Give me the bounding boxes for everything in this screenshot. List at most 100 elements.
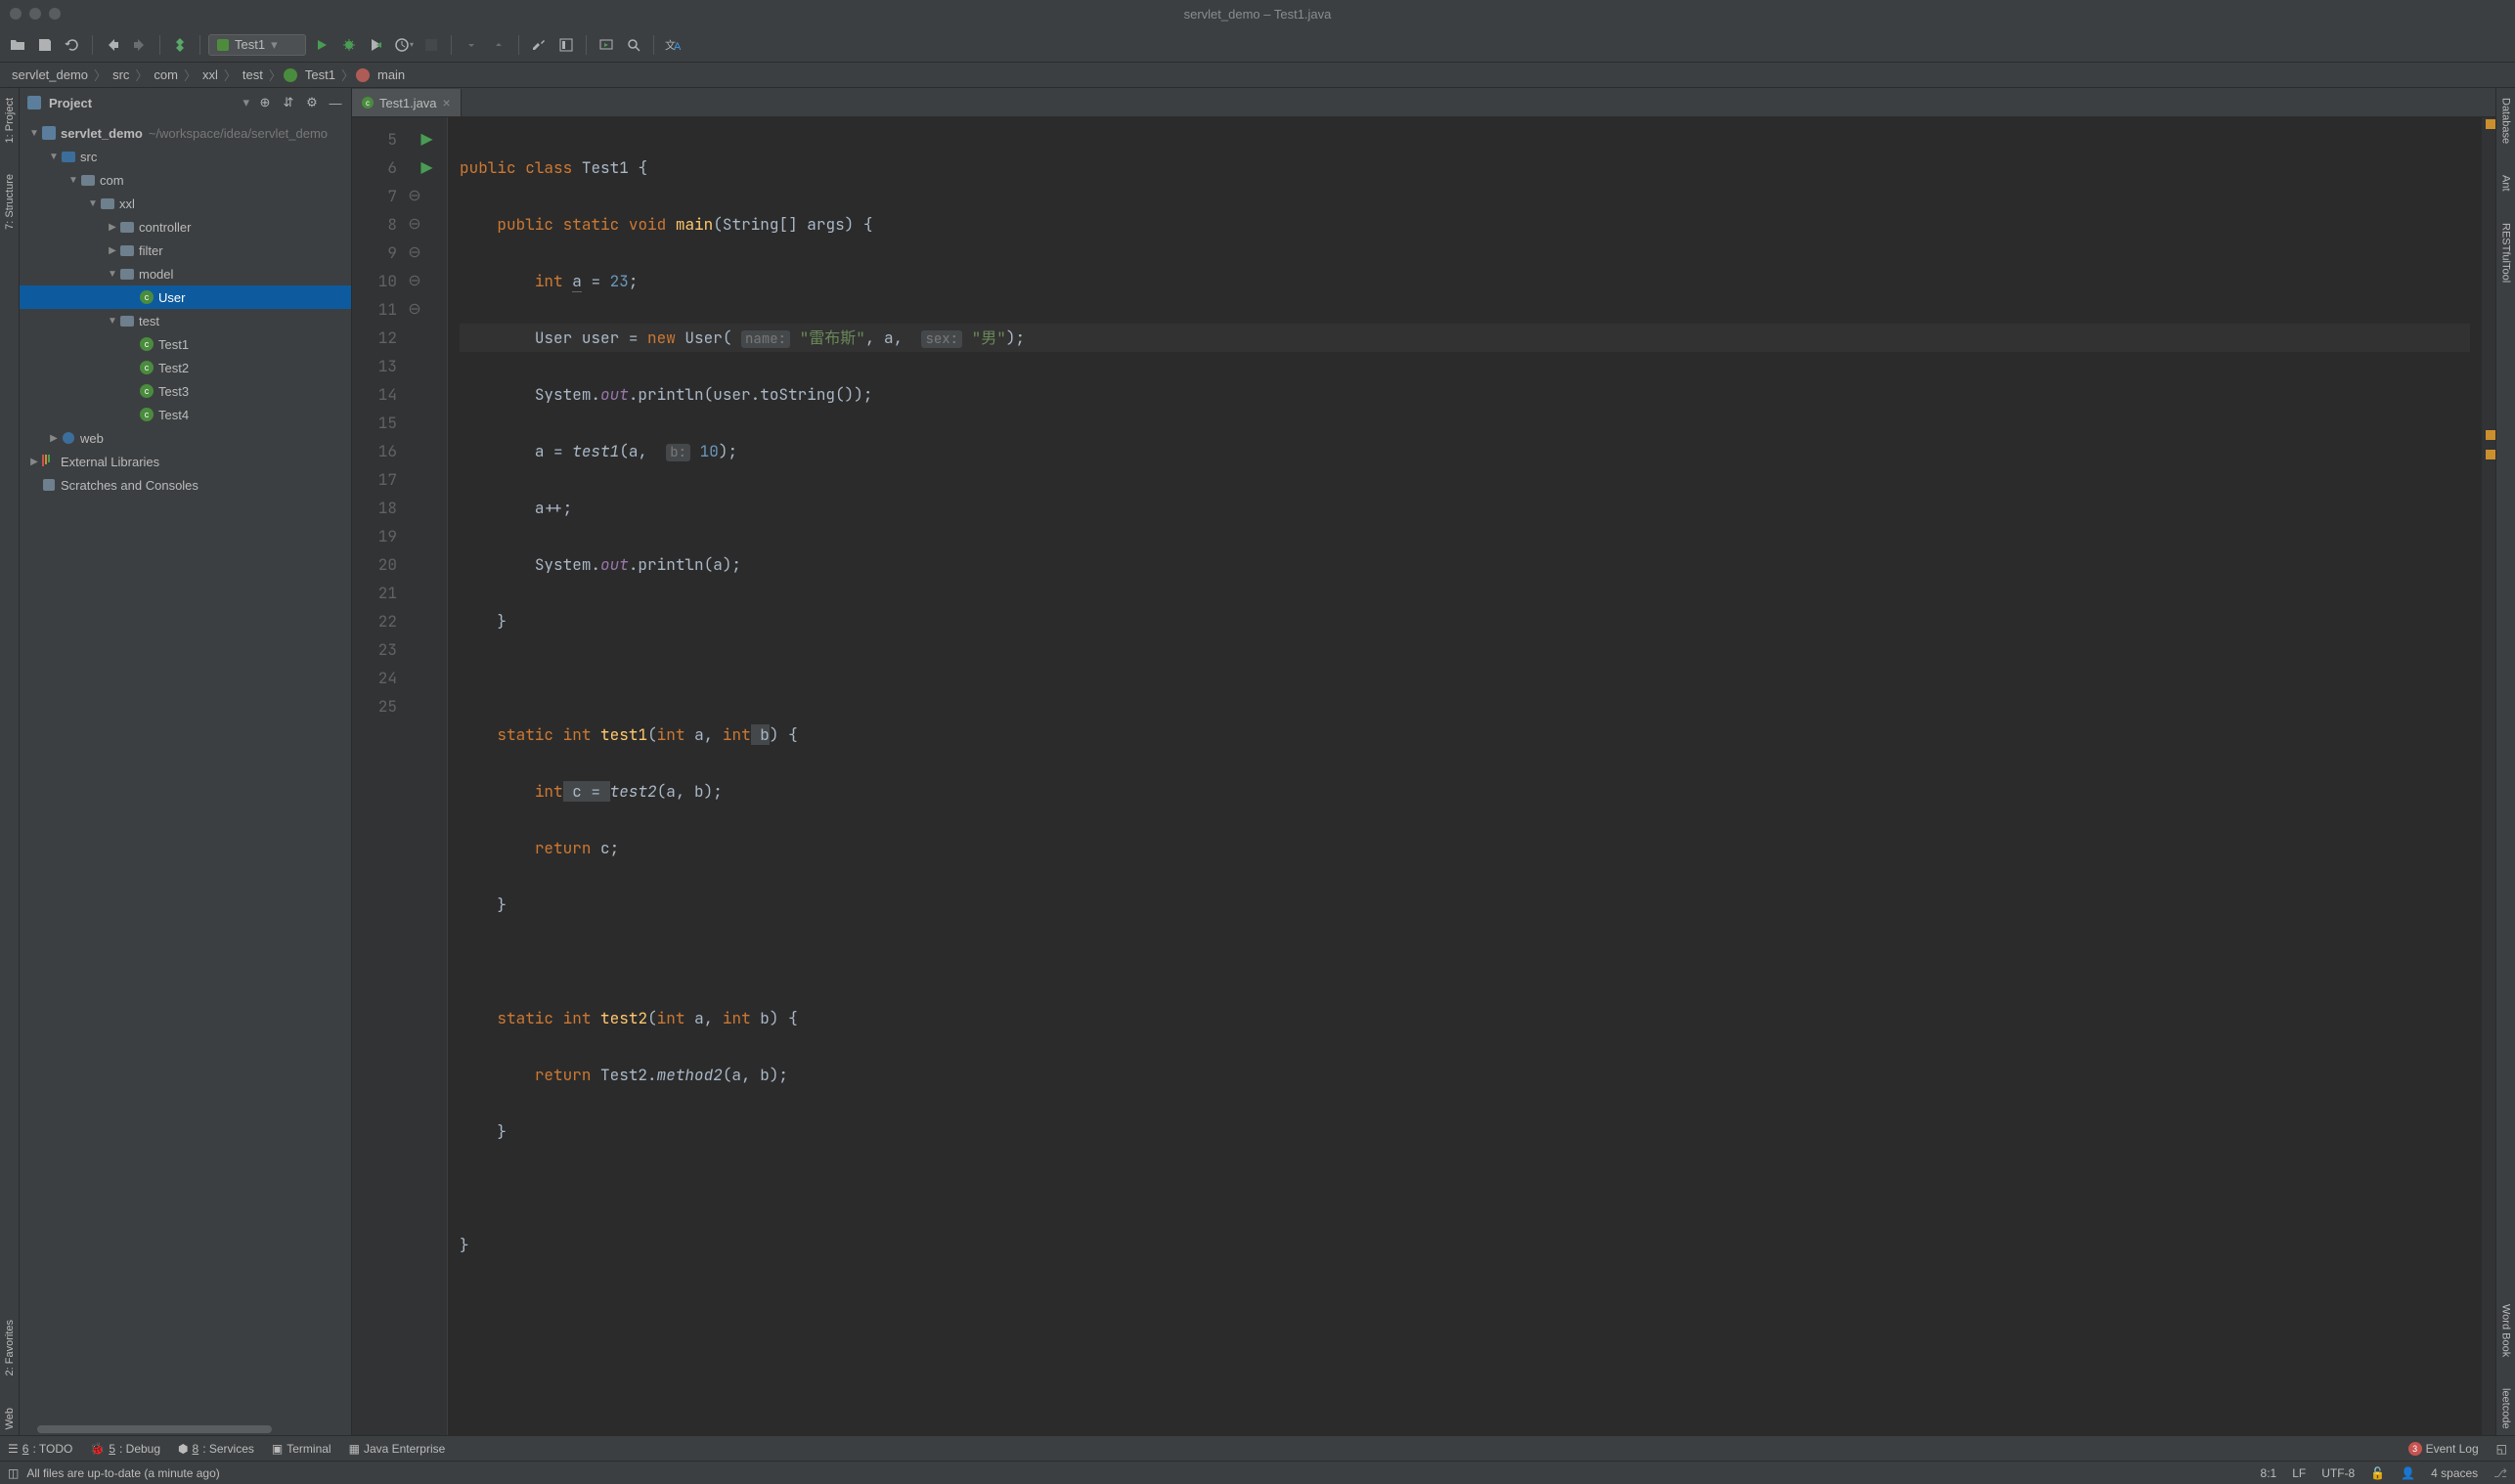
code-editor[interactable]: public class Test1 { public static void …: [448, 117, 2482, 1435]
expand-all-icon[interactable]: ⇵: [281, 95, 296, 110]
project-tool-tab[interactable]: 1: Project: [4, 92, 16, 149]
save-icon[interactable]: [33, 33, 57, 57]
line-separator[interactable]: LF: [2292, 1466, 2306, 1480]
tree-com[interactable]: ▼com: [20, 168, 351, 192]
minimize-panel-icon[interactable]: —: [328, 95, 343, 110]
breadcrumb-bar: servlet_demo〉 src〉 com〉 xxl〉 test〉 Test1…: [0, 63, 2515, 88]
run-icon[interactable]: [310, 33, 333, 57]
search-icon[interactable]: [622, 33, 645, 57]
crumb-2[interactable]: com: [150, 67, 182, 82]
ant-tool-tab[interactable]: Ant: [2500, 169, 2512, 197]
project-title[interactable]: Project: [49, 96, 235, 110]
left-tool-gutter: 1: Project 7: Structure 2: Favorites Web: [0, 88, 20, 1435]
window-controls: [10, 8, 61, 20]
main-toolbar: Test1 ▾ ▾ 文A: [0, 27, 2515, 63]
open-icon[interactable]: [6, 33, 29, 57]
run-gutter: ▶ ▶ ⊖ ⊖ ⊖ ⊖ ⊖: [407, 117, 448, 1435]
structure-popup-icon[interactable]: [554, 33, 578, 57]
tool-windows-icon[interactable]: ◫: [8, 1466, 19, 1480]
run-class-icon[interactable]: ▶: [407, 125, 447, 153]
debug-icon[interactable]: [337, 33, 361, 57]
project-tree[interactable]: ▼ servlet_demo ~/workspace/idea/servlet_…: [20, 117, 351, 1423]
tree-src[interactable]: ▼src: [20, 145, 351, 168]
warning-marker[interactable]: [2486, 430, 2495, 440]
close-tab-icon[interactable]: ×: [443, 95, 451, 110]
structure-tool-tab[interactable]: 7: Structure: [4, 168, 16, 236]
method-icon: [356, 68, 370, 82]
back-icon[interactable]: [101, 33, 124, 57]
file-tab-test1[interactable]: c Test1.java ×: [352, 89, 462, 116]
crumb-3[interactable]: xxl: [199, 67, 222, 82]
project-hscrollbar[interactable]: [20, 1423, 351, 1435]
debug-tool-tab[interactable]: 🐞 5: Debug: [90, 1442, 160, 1456]
svg-text:A: A: [674, 41, 682, 53]
gear-icon[interactable]: ⚙: [304, 95, 320, 110]
vcs-commit-icon[interactable]: [487, 33, 510, 57]
javaee-tool-tab[interactable]: ▦ Java Enterprise: [349, 1442, 446, 1456]
crumb-0[interactable]: servlet_demo: [8, 67, 92, 82]
vcs-update-icon[interactable]: [460, 33, 483, 57]
refresh-icon[interactable]: [61, 33, 84, 57]
tree-scratches[interactable]: Scratches and Consoles: [20, 473, 351, 497]
event-count-badge: 3: [2408, 1442, 2422, 1456]
cursor-position[interactable]: 8:1: [2261, 1466, 2277, 1480]
crumb-6[interactable]: main: [374, 67, 409, 82]
tree-controller[interactable]: ▶controller: [20, 215, 351, 239]
project-view-icon: [27, 96, 41, 109]
build-icon[interactable]: [168, 33, 192, 57]
tree-test4[interactable]: cTest4: [20, 403, 351, 426]
crumb-5[interactable]: Test1: [301, 67, 339, 82]
tree-user[interactable]: cUser: [20, 285, 351, 309]
wordbook-tool-tab[interactable]: Word Book: [2500, 1298, 2512, 1363]
class-icon: [284, 68, 297, 82]
tree-filter[interactable]: ▶filter: [20, 239, 351, 262]
zoom-window[interactable]: [49, 8, 61, 20]
minimize-window[interactable]: [29, 8, 41, 20]
profile-icon[interactable]: ▾: [392, 33, 416, 57]
right-tool-gutter: Database Ant RESTfulTool Word Book leetc…: [2495, 88, 2515, 1435]
tree-test2[interactable]: cTest2: [20, 356, 351, 379]
warning-marker[interactable]: [2486, 450, 2495, 459]
tree-root-label: servlet_demo: [61, 126, 143, 141]
tree-test3[interactable]: cTest3: [20, 379, 351, 403]
crumb-4[interactable]: test: [239, 67, 267, 82]
web-tool-tab[interactable]: Web: [4, 1402, 16, 1435]
restore-layout-icon[interactable]: ◱: [2496, 1442, 2507, 1456]
tree-web[interactable]: ▶web: [20, 426, 351, 450]
settings-icon[interactable]: [527, 33, 551, 57]
database-tool-tab[interactable]: Database: [2500, 92, 2512, 150]
tree-root[interactable]: ▼ servlet_demo ~/workspace/idea/servlet_…: [20, 121, 351, 145]
event-log-tab[interactable]: 3 Event Log: [2408, 1442, 2479, 1456]
run-main-icon[interactable]: ▶: [407, 153, 447, 182]
git-branch-icon[interactable]: ⎇: [2493, 1466, 2507, 1480]
indent-info[interactable]: 4 spaces: [2431, 1466, 2478, 1480]
inspection-icon[interactable]: 👤: [2401, 1466, 2415, 1480]
translate-icon[interactable]: 文A: [662, 33, 685, 57]
close-window[interactable]: [10, 8, 22, 20]
coverage-icon[interactable]: [365, 33, 388, 57]
tree-xxl[interactable]: ▼xxl: [20, 192, 351, 215]
forward-icon[interactable]: [128, 33, 152, 57]
emulator-icon[interactable]: [595, 33, 618, 57]
tree-root-path: ~/workspace/idea/servlet_demo: [149, 126, 328, 141]
readonly-toggle-icon[interactable]: 🔓: [2370, 1466, 2385, 1480]
tree-external-libs[interactable]: ▶External Libraries: [20, 450, 351, 473]
tree-test1[interactable]: cTest1: [20, 332, 351, 356]
warning-marker[interactable]: [2486, 119, 2495, 129]
tree-model[interactable]: ▼model: [20, 262, 351, 285]
select-opened-file-icon[interactable]: ⊕: [257, 95, 273, 110]
todo-tool-tab[interactable]: ☰ 66: TODO: TODO: [8, 1442, 72, 1456]
services-tool-tab[interactable]: ⬢ 8: Services: [178, 1442, 254, 1456]
restful-tool-tab[interactable]: RESTfulTool: [2500, 217, 2512, 288]
titlebar: servlet_demo – Test1.java: [0, 0, 2515, 27]
leetcode-tool-tab[interactable]: leetcode: [2500, 1382, 2512, 1435]
editor-error-stripe[interactable]: [2482, 117, 2495, 1435]
file-encoding[interactable]: UTF-8: [2321, 1466, 2355, 1480]
tree-test[interactable]: ▼test: [20, 309, 351, 332]
run-config-selector[interactable]: Test1 ▾: [208, 34, 306, 56]
crumb-1[interactable]: src: [109, 67, 133, 82]
favorites-tool-tab[interactable]: 2: Favorites: [4, 1314, 16, 1381]
stop-icon[interactable]: [419, 33, 443, 57]
editor-tab-bar: c Test1.java ×: [352, 88, 2495, 117]
terminal-tool-tab[interactable]: ▣ Terminal: [272, 1442, 331, 1456]
